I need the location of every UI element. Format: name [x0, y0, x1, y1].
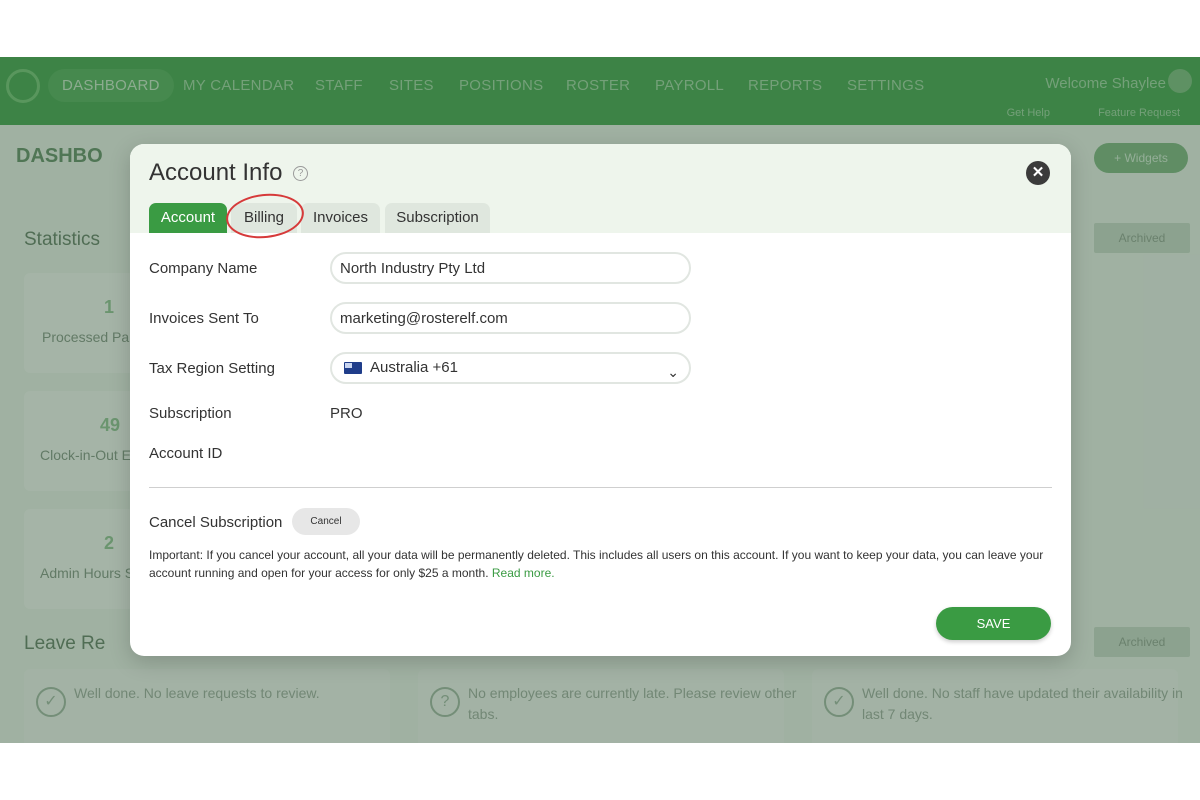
- close-icon[interactable]: ✕: [1026, 161, 1050, 185]
- modal-title: Account Info: [149, 159, 283, 186]
- tax-region-label: Tax Region Setting: [149, 360, 275, 377]
- tab-billing[interactable]: Billing: [231, 203, 297, 233]
- save-button[interactable]: SAVE: [936, 607, 1051, 640]
- australia-flag-icon: [344, 362, 362, 374]
- account-id-label: Account ID: [149, 445, 223, 462]
- cancel-subscription-button[interactable]: Cancel: [292, 508, 360, 535]
- tax-region-value: Australia +61: [370, 359, 458, 376]
- read-more-link[interactable]: Read more.: [492, 566, 555, 580]
- important-text: Important: If you cancel your account, a…: [149, 548, 1044, 580]
- chevron-down-icon: ⌄: [667, 364, 679, 380]
- modal-header: Account Info ? ✕ Account Billing Invoice…: [130, 144, 1071, 242]
- subscription-value: PRO: [330, 405, 363, 422]
- company-name-label: Company Name: [149, 260, 258, 277]
- subscription-label: Subscription: [149, 405, 232, 422]
- tab-account[interactable]: Account: [149, 203, 227, 233]
- company-name-field[interactable]: [330, 252, 691, 284]
- cancel-subscription-label: Cancel Subscription: [149, 514, 283, 531]
- invoices-sent-to-label: Invoices Sent To: [149, 310, 259, 327]
- tax-region-select[interactable]: Australia +61 ⌄: [330, 352, 691, 384]
- divider: [149, 487, 1052, 488]
- important-notice: Important: If you cancel your account, a…: [149, 546, 1054, 582]
- tab-invoices[interactable]: Invoices: [301, 203, 380, 233]
- help-icon[interactable]: ?: [293, 166, 308, 181]
- account-info-modal: Account Info ? ✕ Account Billing Invoice…: [130, 144, 1071, 656]
- invoices-email-field[interactable]: [330, 302, 691, 334]
- tab-subscription[interactable]: Subscription: [385, 203, 490, 233]
